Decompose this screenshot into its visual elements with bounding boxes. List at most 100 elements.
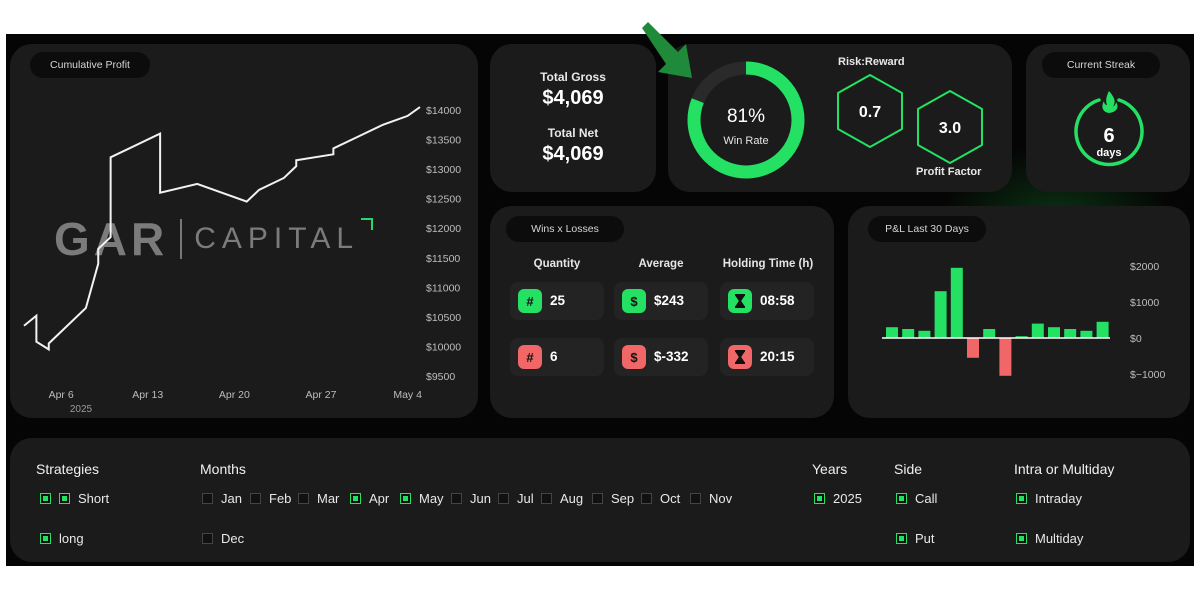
checkbox[interactable] [1016, 493, 1027, 504]
total-gross-label: Total Gross [540, 70, 606, 84]
pnl-bar [999, 338, 1012, 376]
checkbox[interactable] [592, 493, 603, 504]
streak-ring: 6 days [1074, 91, 1144, 167]
checkbox[interactable] [814, 493, 825, 504]
column-quantity: Quantity [533, 258, 581, 270]
y-tick-label: $13500 [426, 135, 461, 147]
pnl-bar [886, 327, 898, 338]
checkbox[interactable] [641, 493, 652, 504]
month-nov-option[interactable]: Nov [690, 491, 732, 506]
checkbox[interactable] [202, 493, 213, 504]
month-mar-option[interactable]: Mar [298, 491, 339, 506]
y-tick-label: $10500 [426, 312, 461, 324]
checkbox[interactable] [59, 493, 70, 504]
risk-reward-title: Risk:Reward [838, 56, 905, 68]
strategies-heading: Strategies [36, 461, 100, 477]
checkbox[interactable] [250, 493, 261, 504]
checkbox[interactable] [498, 493, 509, 504]
wins-holding-time: 08:58 [720, 282, 814, 320]
pnl-bar [902, 329, 915, 338]
checkbox[interactable] [350, 493, 361, 504]
win-rate-value: 81% [727, 106, 765, 127]
wins-average-value: $243 [654, 293, 685, 308]
losses-holding-time: 20:15 [720, 338, 814, 376]
wins-losses-title: Wins x Losses [506, 216, 624, 242]
column-average: Average [638, 258, 684, 270]
side-call-option[interactable]: Call [896, 491, 937, 506]
dollar-icon: $ [622, 345, 646, 369]
month-jun-option[interactable]: Jun [451, 491, 491, 506]
risk-reward-hexagon: 0.7 [837, 74, 903, 148]
wins-average: $ $243 [614, 282, 708, 320]
month-jan-option[interactable]: Jan [202, 491, 242, 506]
dashboard: Cumulative Profit GAR CAPITAL $14000 $135… [6, 34, 1194, 566]
month-aug-option[interactable]: Aug [541, 491, 583, 506]
risk-reward-value: 0.7 [859, 104, 881, 121]
checkbox[interactable] [40, 533, 51, 544]
option-label: May [419, 491, 444, 506]
option-label: Short [78, 491, 110, 506]
losses-quantity-value: 6 [550, 349, 558, 364]
checkbox[interactable] [896, 493, 907, 504]
option-label: long [59, 531, 84, 546]
x-tick-label: Apr 6 [49, 389, 74, 401]
checkbox[interactable] [690, 493, 701, 504]
y-tick-label: $14000 [426, 105, 461, 117]
month-jul-option[interactable]: Jul [498, 491, 534, 506]
checkbox[interactable] [896, 533, 907, 544]
checkbox[interactable] [40, 493, 51, 504]
wins-losses-card: Wins x Losses Quantity Average Holding T… [490, 206, 834, 418]
hash-icon: # [518, 289, 542, 313]
total-net-label: Total Net [547, 126, 599, 140]
months-heading: Months [200, 461, 246, 477]
pnl-y-tick-label: $0 [1130, 333, 1142, 345]
wins-holding-time-value: 08:58 [760, 293, 795, 308]
option-label: Put [915, 531, 935, 546]
option-label: Jan [221, 491, 242, 506]
win-rate-ring: 81% Win Rate [687, 61, 805, 179]
month-sep-option[interactable]: Sep [592, 491, 634, 506]
hourglass-icon [728, 289, 752, 313]
month-feb-option[interactable]: Feb [250, 491, 291, 506]
multiday-option[interactable]: Multiday [1016, 531, 1083, 546]
x-tick-label: Apr 20 [219, 389, 250, 401]
strategy-short-option[interactable]: Short [40, 491, 109, 506]
column-holding-time: Holding Time (h) [722, 258, 814, 270]
checkbox[interactable] [541, 493, 552, 504]
option-label: Jul [517, 491, 534, 506]
pnl-bar [918, 330, 931, 338]
option-label: Sep [611, 491, 635, 506]
wins-quantity-value: 25 [550, 293, 566, 308]
filters-panel: Strategies Short long Months Jan Feb Mar… [10, 438, 1190, 562]
profit-factor-title: Profit Factor [916, 166, 982, 178]
option-label: Oct [660, 491, 681, 506]
intraday-option[interactable]: Intraday [1016, 491, 1082, 506]
checkbox[interactable] [298, 493, 309, 504]
flame-icon [1102, 91, 1118, 113]
month-dec-option[interactable]: Dec [202, 531, 244, 546]
pnl-bar [1096, 321, 1109, 338]
losses-quantity: # 6 [510, 338, 604, 376]
y-tick-label: $11500 [426, 253, 460, 265]
checkbox[interactable] [202, 533, 213, 544]
strategy-long-option[interactable]: long [40, 531, 84, 546]
pnl-bar [934, 291, 947, 338]
year-2025-option[interactable]: 2025 [814, 491, 862, 506]
profit-factor-hexagon: 3.0 [917, 90, 983, 164]
checkbox[interactable] [400, 493, 411, 504]
checkbox[interactable] [451, 493, 462, 504]
cumulative-profit-line [23, 106, 421, 352]
option-label: Aug [560, 491, 584, 506]
profit-factor-value: 3.0 [939, 120, 961, 137]
pnl-card: P&L Last 30 Days $2000 $1000 $0 $−1000 [848, 206, 1190, 418]
losses-average: $ $-332 [614, 338, 708, 376]
x-axis-year: 2025 [70, 404, 93, 415]
option-label: Dec [221, 531, 245, 546]
pnl-y-tick-label: $−1000 [1130, 369, 1165, 381]
month-oct-option[interactable]: Oct [641, 491, 680, 506]
month-apr-option[interactable]: Apr [350, 491, 389, 506]
checkbox[interactable] [1016, 533, 1027, 544]
month-may-option[interactable]: May [400, 491, 444, 506]
pnl-y-tick-label: $1000 [1130, 297, 1159, 309]
side-put-option[interactable]: Put [896, 531, 935, 546]
